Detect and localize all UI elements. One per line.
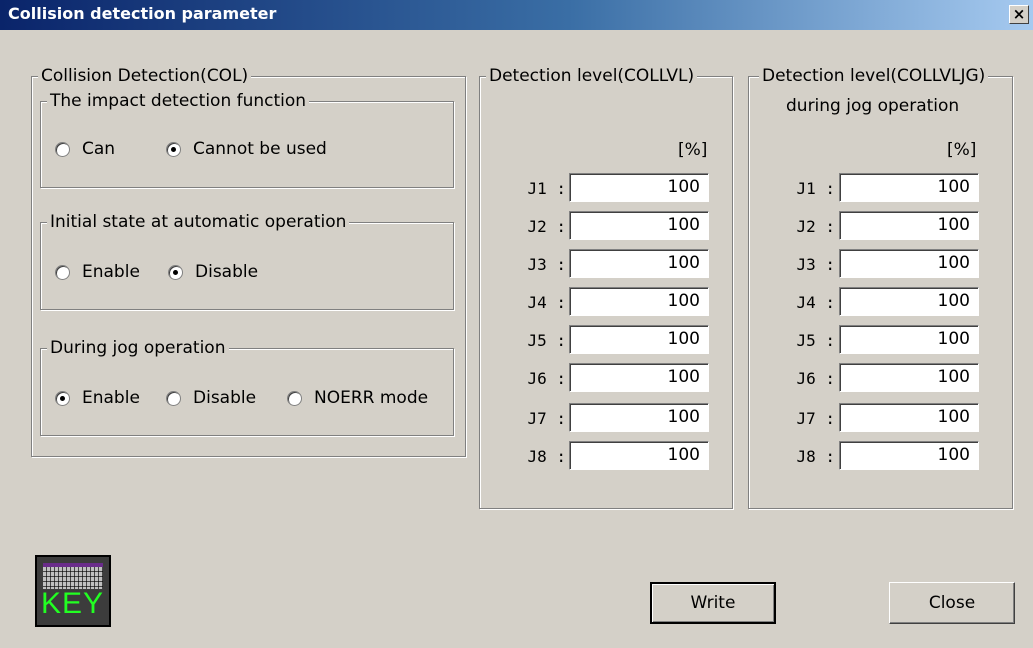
key-icon-label: KEY xyxy=(41,587,105,620)
collvl-group-title: Detection level(COLLVL) xyxy=(486,65,698,87)
keyboard-icon[interactable]: KEY xyxy=(35,555,111,627)
joint-label: J8 : xyxy=(527,447,566,466)
joint-level-input[interactable]: 100 xyxy=(839,287,979,316)
joint-label: J1 : xyxy=(527,179,566,198)
radio-label: Disable xyxy=(195,262,259,282)
radio-icon xyxy=(55,264,70,280)
joint-label: J7 : xyxy=(796,409,835,428)
radio-icon xyxy=(55,141,70,157)
joint-level-input[interactable]: 100 xyxy=(569,287,709,316)
joint-label: J5 : xyxy=(796,331,835,350)
radio-label: Disable xyxy=(193,388,257,408)
joint-level-input[interactable]: 100 xyxy=(569,249,709,278)
radio-label: NOERR mode xyxy=(314,388,429,408)
joint-level-input[interactable]: 100 xyxy=(839,441,979,470)
joint-level-input[interactable]: 100 xyxy=(839,363,979,392)
joint-label: J1 : xyxy=(796,179,835,198)
joint-label: J2 : xyxy=(796,217,835,236)
joint-level-input[interactable]: 100 xyxy=(569,403,709,432)
radio-label: Enable xyxy=(82,388,140,408)
initial-radio-disable[interactable]: Disable xyxy=(168,262,258,282)
jog-radio-disable[interactable]: Disable xyxy=(166,388,256,408)
collvl-unit: [%] xyxy=(678,140,708,160)
write-button[interactable]: Write xyxy=(650,582,776,624)
joint-level-input[interactable]: 100 xyxy=(839,173,979,202)
joint-level-input[interactable]: 100 xyxy=(569,325,709,354)
radio-icon xyxy=(166,390,181,406)
joint-label: J2 : xyxy=(527,217,566,236)
joint-level-input[interactable]: 100 xyxy=(569,211,709,240)
radio-selected-icon xyxy=(166,141,181,157)
radio-label: Enable xyxy=(82,262,140,282)
joint-label: J4 : xyxy=(796,293,835,312)
collvljg-unit: [%] xyxy=(947,140,977,160)
radio-icon xyxy=(287,390,302,406)
joint-label: J6 : xyxy=(796,369,835,388)
jog-radio-enable[interactable]: Enable xyxy=(55,388,140,408)
jog-radio-noerr[interactable]: NOERR mode xyxy=(287,388,428,408)
close-button[interactable]: Close xyxy=(889,582,1015,624)
joint-level-input[interactable]: 100 xyxy=(839,211,979,240)
joint-label: J5 : xyxy=(527,331,566,350)
radio-label: Can xyxy=(82,139,116,159)
radio-selected-icon xyxy=(55,390,70,406)
initial-radio-enable[interactable]: Enable xyxy=(55,262,140,282)
joint-label: J7 : xyxy=(527,409,566,428)
joint-level-input[interactable]: 100 xyxy=(839,249,979,278)
joint-level-input[interactable]: 100 xyxy=(839,403,979,432)
joint-label: J6 : xyxy=(527,369,566,388)
initial-state-group-title: Initial state at automatic operation xyxy=(47,211,350,233)
joint-label: J4 : xyxy=(527,293,566,312)
title-bar: Collision detection parameter × xyxy=(0,0,1033,30)
joint-level-input[interactable]: 100 xyxy=(569,363,709,392)
impact-radio-can[interactable]: Can xyxy=(55,139,115,159)
col-group-title: Collision Detection(COL) xyxy=(38,65,252,87)
collvljg-title-line2: during jog operation xyxy=(786,96,960,116)
window-close-button[interactable]: × xyxy=(1009,5,1029,24)
radio-selected-icon xyxy=(168,264,183,280)
keyboard-graphic xyxy=(43,563,103,589)
joint-label: J3 : xyxy=(527,255,566,274)
joint-label: J3 : xyxy=(796,255,835,274)
collvljg-group-title: Detection level(COLLVLJG) xyxy=(759,65,989,87)
impact-group-title: The impact detection function xyxy=(47,90,310,112)
radio-label: Cannot be used xyxy=(193,139,327,159)
joint-level-input[interactable]: 100 xyxy=(569,173,709,202)
jog-group-title: During jog operation xyxy=(47,337,229,359)
joint-level-input[interactable]: 100 xyxy=(569,441,709,470)
impact-radio-cannot[interactable]: Cannot be used xyxy=(166,139,327,159)
joint-level-input[interactable]: 100 xyxy=(839,325,979,354)
joint-label: J8 : xyxy=(796,447,835,466)
window-title: Collision detection parameter xyxy=(8,4,277,23)
